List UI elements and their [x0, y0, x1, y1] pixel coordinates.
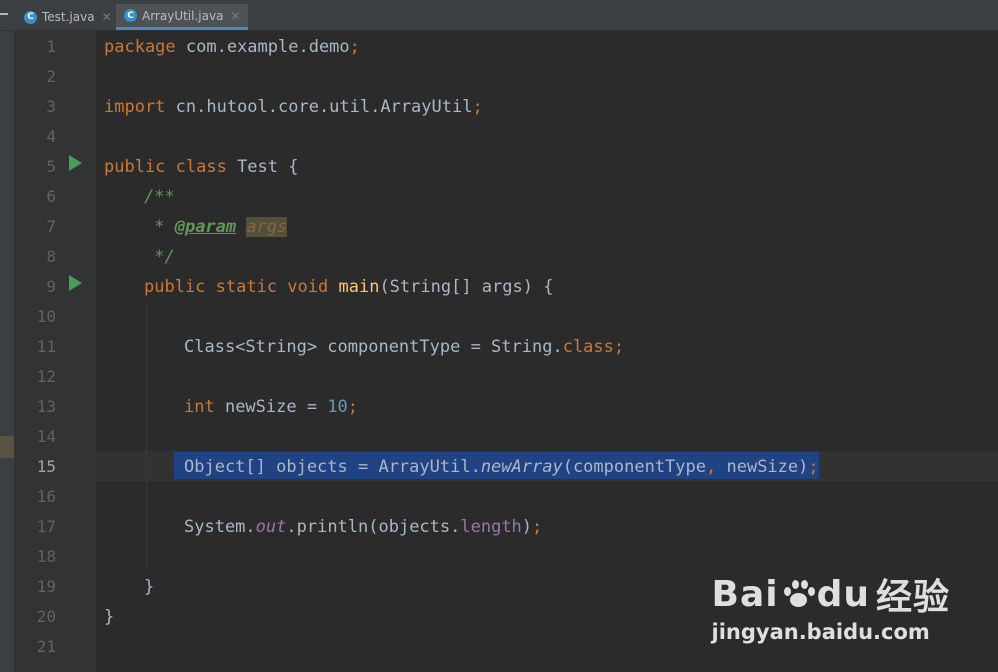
line-number: 13: [36, 397, 56, 416]
line-number: 6: [46, 187, 56, 206]
code-line-13: int newSize = 10;: [184, 397, 359, 417]
line-number: 11: [36, 337, 56, 356]
code-line-8: */: [144, 247, 175, 267]
code-line-5: public class Test {: [104, 157, 299, 177]
line-number: 3: [46, 97, 56, 116]
line-number: 8: [46, 247, 56, 266]
line-number-current: 15: [36, 457, 56, 476]
line-number: 16: [36, 487, 56, 506]
line-number: 4: [46, 127, 56, 146]
line-number: 18: [36, 547, 56, 566]
indent-guide: [146, 301, 147, 571]
run-main-icon[interactable]: [69, 275, 82, 291]
watermark-brand: Bai du 经验: [711, 573, 950, 619]
java-class-icon: C: [24, 10, 37, 24]
line-number: 12: [36, 367, 56, 386]
menu-icon[interactable]: [0, 13, 8, 15]
bookmark-marker: [0, 436, 14, 458]
code-line-7: * @param args: [144, 217, 288, 237]
line-number: 5: [46, 157, 56, 176]
editor-gutter[interactable]: 1 2 3 4 5 6 7 8 9 10 11 12 13 14 15 16 1…: [14, 31, 114, 672]
code-line-19: }: [144, 577, 155, 597]
line-number: 2: [46, 67, 56, 86]
code-line-3: import cn.hutool.core.util.ArrayUtil;: [104, 97, 483, 117]
code-line-11: Class<String> componentType = String.cla…: [184, 337, 625, 357]
line-number: 14: [36, 427, 56, 446]
line-number: 9: [46, 277, 56, 296]
line-number: 19: [36, 577, 56, 596]
code-line-17: System.out.println(objects.length);: [184, 517, 543, 537]
line-number: 1: [46, 37, 56, 56]
left-tool-strip: [0, 31, 14, 672]
tab-label: ArrayUtil.java: [142, 8, 224, 23]
line-number: 7: [46, 217, 56, 236]
line-number: 20: [36, 607, 56, 626]
line-number: 17: [36, 517, 56, 536]
code-line-1: package com.example.demo;: [104, 37, 360, 57]
code-line-15-selected[interactable]: Object[] objects = ArrayUtil.newArray(co…: [174, 452, 819, 479]
paw-logo-icon: [781, 579, 815, 609]
watermark-url: jingyan.baidu.com: [711, 620, 930, 644]
tab-test-java[interactable]: C Test.java ✕: [18, 4, 119, 30]
line-number: 21: [36, 637, 56, 656]
tab-label: Test.java: [42, 10, 95, 24]
baidu-jingyan-watermark: Bai du 经验 jingyan.baidu.com: [711, 568, 951, 645]
run-class-icon[interactable]: [69, 155, 82, 171]
code-line-6: /**: [144, 187, 175, 207]
code-line-9: public static void main(String[] args) {: [144, 277, 554, 297]
line-number: 10: [36, 307, 56, 326]
tab-arrayutil-java[interactable]: C ArrayUtil.java ✕: [116, 4, 248, 30]
close-icon[interactable]: ✕: [102, 10, 112, 24]
editor-tab-bar: C Test.java ✕ C ArrayUtil.java ✕: [0, 0, 998, 31]
java-class-icon: C: [124, 9, 137, 22]
code-line-20: }: [104, 607, 115, 627]
close-icon[interactable]: ✕: [230, 9, 240, 23]
